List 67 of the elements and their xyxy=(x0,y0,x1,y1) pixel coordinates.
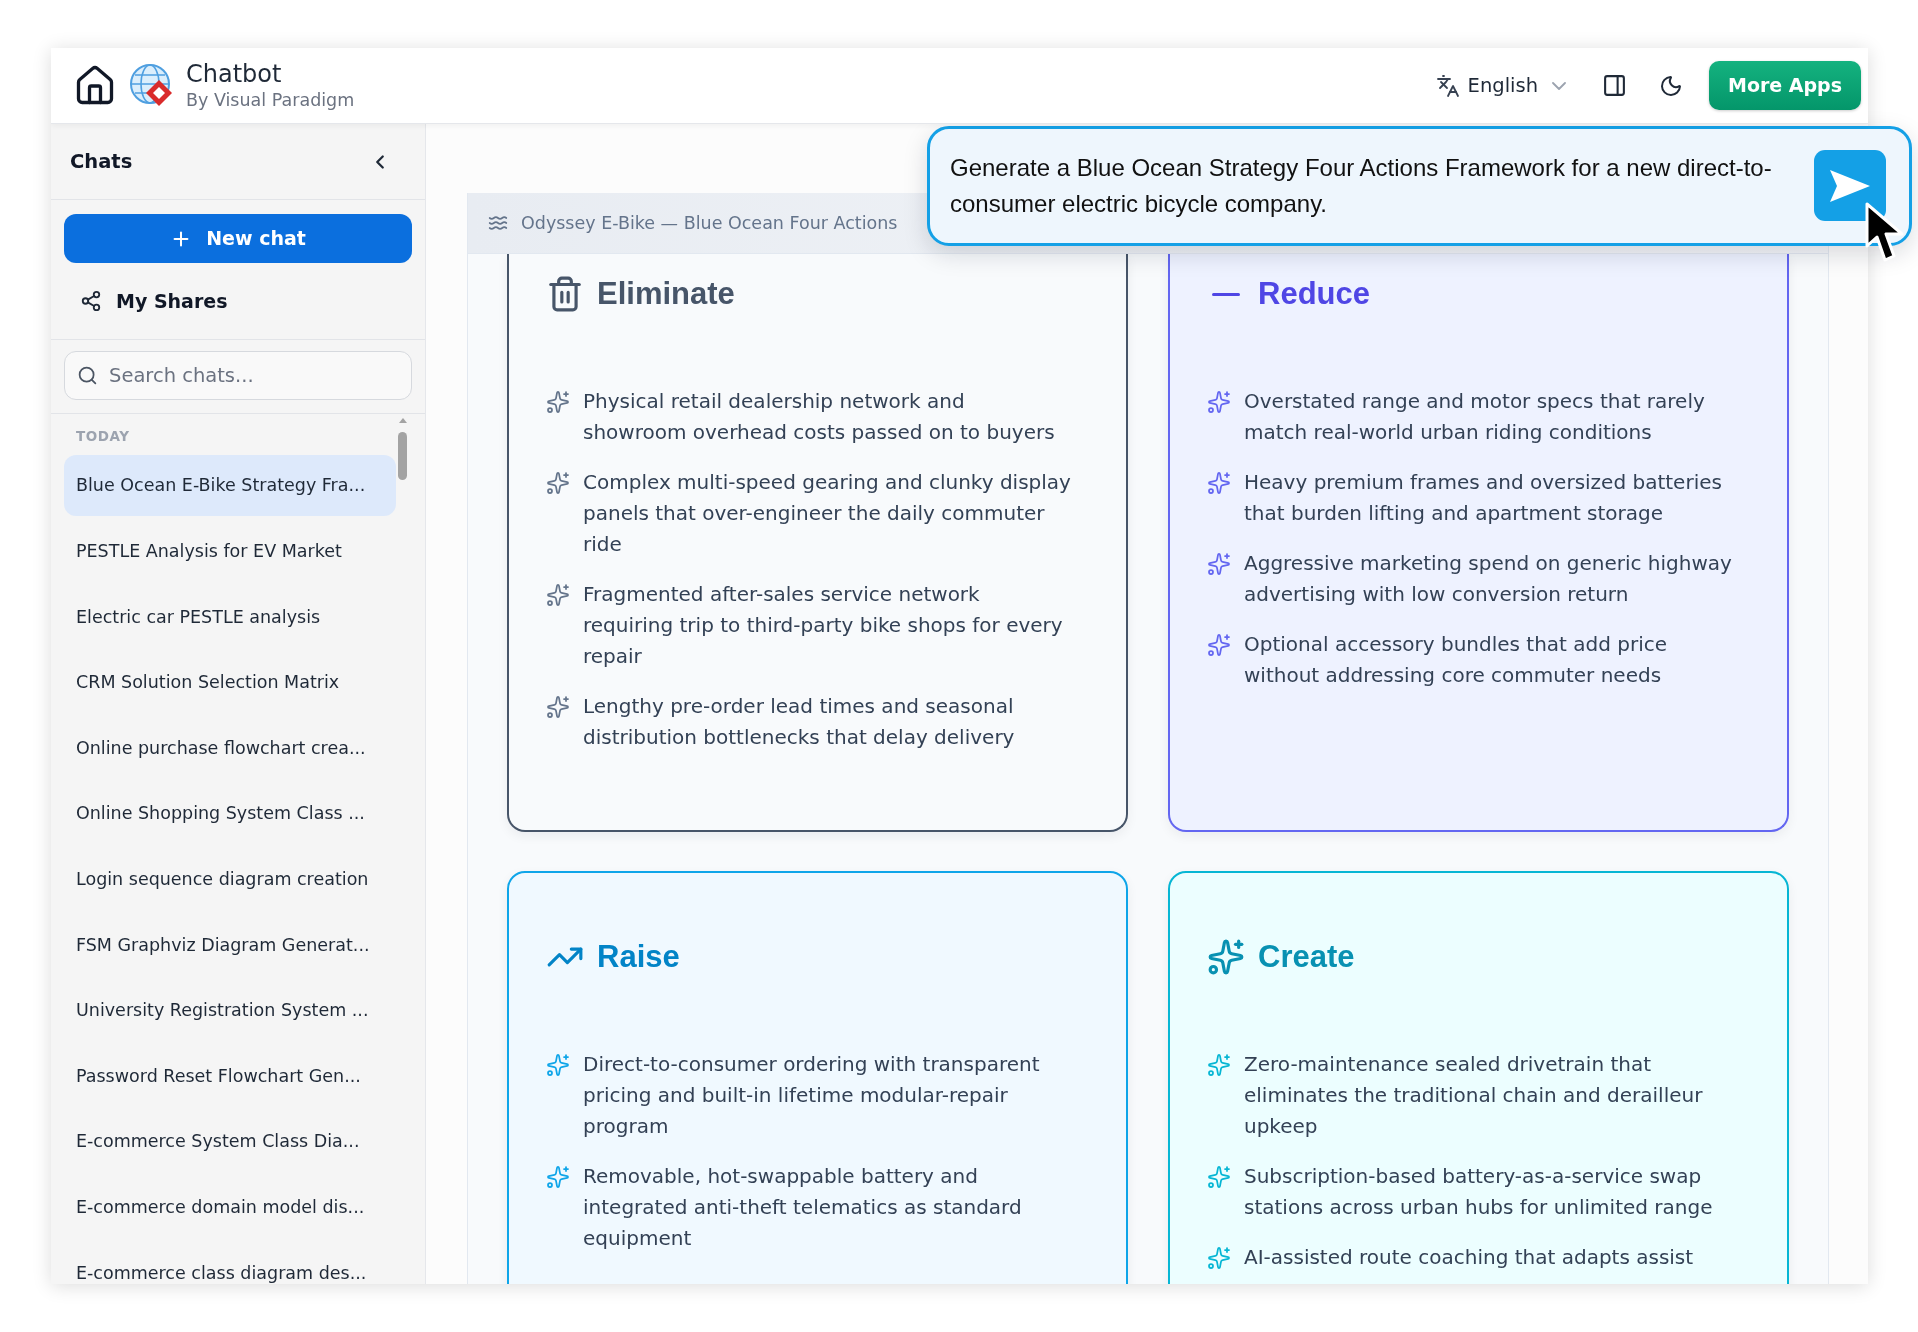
chat-list-item[interactable]: Blue Ocean E-Bike Strategy Fra... xyxy=(64,455,396,516)
new-chat-button[interactable]: New chat xyxy=(64,214,412,263)
group-label: TODAY xyxy=(75,428,131,444)
send-button[interactable] xyxy=(1814,150,1886,221)
card-item-text: Physical retail dealership network and showroom overhead costs passed on to buyers xyxy=(583,388,1056,446)
sparkle-icon xyxy=(1207,552,1231,576)
globe-logo-icon xyxy=(129,62,175,109)
sparkle-icon xyxy=(1207,1165,1231,1189)
card-item-text: Overstated range and motor specs that rarely match real-world urban riding conditions xyxy=(1244,388,1706,446)
sparkle-icon xyxy=(1207,1246,1231,1270)
app-subtitle: By Visual Paradigm xyxy=(186,88,355,112)
scrollbar-thumb[interactable] xyxy=(398,432,407,480)
moon-icon[interactable] xyxy=(1659,73,1683,98)
prompt-field[interactable]: Generate a Blue Ocean Strategy Four Actions Framework for a new direct-to-consumer electric bicycle company. xyxy=(950,150,1813,222)
chat-list-item[interactable]: PESTLE Analysis for EV Market xyxy=(64,520,396,582)
sidebar-title: Chats xyxy=(70,148,133,175)
sparkle-icon xyxy=(1207,390,1231,414)
share-icon xyxy=(80,290,102,312)
sparkle-icon xyxy=(546,583,570,607)
card-item-text: Aggressive marketing spend on generic highway advertising with low conversion return xyxy=(1244,550,1733,608)
card-item-text: Complex multi-speed gearing and clunky display panels that over-engineer the daily commuter ride xyxy=(583,469,1072,558)
card-item-text: Fragmented after-sales service network requiring trip to third-party bike shops for every repair xyxy=(583,581,1064,670)
waves-icon xyxy=(488,213,508,233)
chat-list-item[interactable]: Online Shopping System Class ... xyxy=(64,782,396,844)
card-item-text: Zero-maintenance sealed drivetrain that eliminates the traditional chain and derailleur upkeep xyxy=(1244,1051,1704,1140)
card-title: Raise xyxy=(597,938,680,976)
sparkle-icon xyxy=(546,390,570,414)
panel-title: Odyssey E-Bike — Blue Ocean Four Actions xyxy=(521,211,898,235)
send-icon xyxy=(1830,169,1870,202)
sparkle-icon xyxy=(546,471,570,495)
card-item-text: Subscription-based battery-as-a-service swap stations across urban hubs for unlimited range xyxy=(1244,1163,1714,1221)
card-item-text: Removable, hot-swappable battery and integrated anti-theft telematics as standard equipment xyxy=(583,1163,1023,1252)
card-title: Create xyxy=(1258,938,1355,976)
search-field[interactable]: Search chats... xyxy=(64,351,412,400)
card-item-text: AI-assisted route coaching that adapts assist xyxy=(1244,1244,1695,1271)
chat-list-item[interactable]: FSM Graphviz Diagram Generat... xyxy=(64,914,396,976)
sparkle-icon xyxy=(1207,471,1231,495)
app-title: Chatbot xyxy=(186,59,283,88)
chat-list-item[interactable]: E-commerce System Class Dia... xyxy=(64,1110,396,1172)
chat-list-item[interactable]: Login sequence diagram creation xyxy=(64,848,396,910)
chat-list-item[interactable]: Electric car PESTLE analysis xyxy=(64,586,396,648)
chevron-down-icon xyxy=(1552,81,1566,90)
panel-toggle-icon[interactable] xyxy=(1602,73,1627,98)
chat-list-item[interactable]: E-commerce domain model dis... xyxy=(64,1176,396,1238)
card-item-text: Direct-to-consumer ordering with transparent pricing and built-in lifetime modular-repair program xyxy=(583,1051,1041,1140)
chat-list-item[interactable]: E-commerce class diagram des... xyxy=(64,1242,396,1284)
card-item-text: Heavy premium frames and oversized batteries that burden lifting and apartment storage xyxy=(1244,469,1723,527)
sparkle-icon xyxy=(1207,633,1231,657)
card-item-text: Lengthy pre-order lead times and seasonal distribution bottlenecks that delay delivery xyxy=(583,693,1016,751)
sparkle-icon xyxy=(546,1165,570,1189)
card-item-text: Optional accessory bundles that add price without addressing core commuter needs xyxy=(1244,631,1669,689)
chat-list-item[interactable]: CRM Solution Selection Matrix xyxy=(64,651,396,713)
sparkles-icon xyxy=(1207,938,1245,976)
search-icon xyxy=(77,365,98,386)
chat-list-item[interactable]: Password Reset Flowchart Gen... xyxy=(64,1045,396,1107)
trash-icon xyxy=(546,275,584,313)
chat-list-item[interactable]: University Registration System ... xyxy=(64,979,396,1041)
sparkle-icon xyxy=(1207,1053,1231,1077)
minus-icon xyxy=(1212,292,1240,296)
translate-icon xyxy=(1435,73,1460,98)
card-title: Reduce xyxy=(1258,275,1370,313)
chat-list-item[interactable]: Online purchase flowchart crea... xyxy=(64,717,396,779)
sparkle-icon xyxy=(546,1053,570,1077)
sparkle-icon xyxy=(546,695,570,719)
card-title: Eliminate xyxy=(597,275,735,313)
language-selector[interactable]: English xyxy=(1435,70,1566,101)
my-shares-link[interactable]: My Shares xyxy=(64,280,228,322)
